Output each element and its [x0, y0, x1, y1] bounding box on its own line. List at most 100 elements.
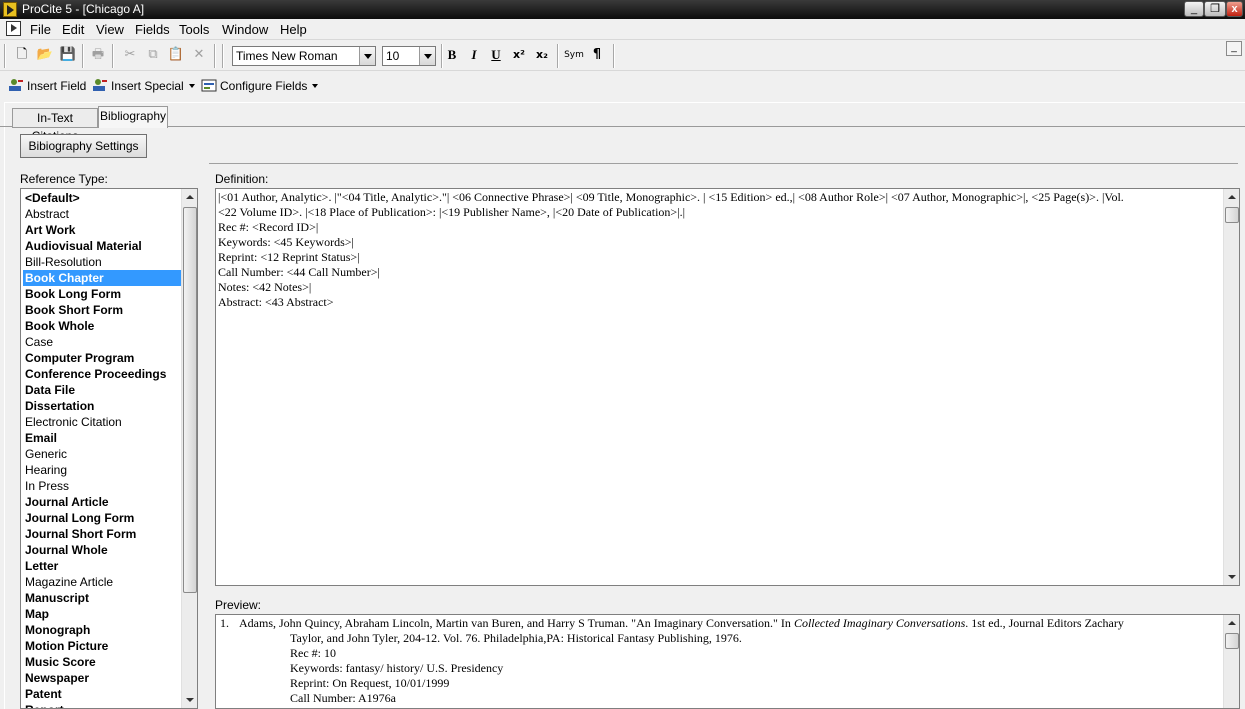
definition-line[interactable]: Abstract: <43 Abstract>	[218, 295, 1221, 310]
scrollbar-thumb[interactable]	[183, 207, 197, 593]
menu-edit[interactable]: Edit	[62, 22, 84, 37]
reference-type-item[interactable]: Map	[23, 606, 182, 622]
reference-type-item[interactable]: Journal Short Form	[23, 526, 182, 542]
tab-bibliography[interactable]: Bibliography	[98, 106, 168, 128]
tab-in-text-citations[interactable]: In-Text Citations	[12, 108, 98, 143]
reference-type-list[interactable]: <Default> Abstract Art Work Audiovisual Mat…	[20, 188, 198, 709]
chevron-down-icon[interactable]	[359, 47, 375, 65]
reference-type-item[interactable]: Patent	[23, 686, 182, 702]
reference-type-item[interactable]: Email	[23, 430, 182, 446]
preview-text: 1. Adams, John Quincy, Abraham Lincoln, M…	[220, 616, 1220, 706]
reference-type-item[interactable]: Journal Long Form	[23, 510, 182, 526]
reference-type-item[interactable]: Art Work	[23, 222, 182, 238]
paragraph-marks-button[interactable]: ¶	[587, 45, 607, 65]
cut-icon[interactable]: ✂	[120, 45, 140, 65]
subscript-button[interactable]: x₂	[532, 45, 552, 65]
preview-field-line: Call Number: A1976a	[290, 691, 396, 705]
reference-type-item[interactable]: Book Chapter	[23, 270, 182, 286]
menu-window[interactable]: Window	[222, 22, 268, 37]
definition-line[interactable]: Reprint: <12 Reprint Status>|	[218, 250, 1221, 265]
reference-type-scrollbar[interactable]	[181, 189, 197, 708]
scroll-up-icon[interactable]	[1224, 615, 1239, 631]
bold-button[interactable]: B	[442, 45, 462, 65]
italic-button[interactable]: I	[464, 45, 484, 65]
document-icon[interactable]	[6, 21, 21, 36]
close-button[interactable]: x	[1226, 1, 1243, 17]
reference-type-item[interactable]: Generic	[23, 446, 182, 462]
new-icon[interactable]: 🗋	[12, 45, 32, 65]
menu-tools[interactable]: Tools	[179, 22, 209, 37]
font-size-select[interactable]: 10	[382, 46, 436, 66]
scroll-up-icon[interactable]	[1224, 189, 1239, 205]
reference-type-item[interactable]: Letter	[23, 558, 182, 574]
menu-view[interactable]: View	[96, 22, 124, 37]
reference-type-item[interactable]: Book Short Form	[23, 302, 182, 318]
insert-field-button[interactable]: Insert Field	[8, 76, 86, 96]
save-icon[interactable]: 💾	[58, 45, 78, 65]
insert-field-label: Insert Field	[27, 79, 87, 93]
restore-button[interactable]: ❐	[1204, 1, 1226, 17]
reference-type-item[interactable]: Manuscript	[23, 590, 182, 606]
reference-type-item[interactable]: Hearing	[23, 462, 182, 478]
paste-icon[interactable]: 📋	[166, 45, 186, 65]
reference-type-item[interactable]: Conference Proceedings	[23, 366, 182, 382]
reference-type-item[interactable]: In Press	[23, 478, 182, 494]
underline-button[interactable]: U	[486, 45, 506, 65]
reference-type-item[interactable]: Journal Article	[23, 494, 182, 510]
title-bar[interactable]: ProCite 5 - [Chicago A] _ ❐ x	[0, 0, 1245, 19]
definition-line[interactable]: Notes: <42 Notes>|	[218, 280, 1221, 295]
definition-line[interactable]: Keywords: <45 Keywords>|	[218, 235, 1221, 250]
font-name-select[interactable]: Times New Roman	[232, 46, 376, 66]
scroll-down-icon[interactable]	[182, 692, 197, 708]
superscript-button[interactable]: x²	[509, 45, 529, 65]
open-folder-icon[interactable]: 📂	[35, 45, 55, 65]
scroll-up-icon[interactable]	[182, 189, 197, 205]
reference-type-item[interactable]: Book Long Form	[23, 286, 182, 302]
definition-editor[interactable]: |<01 Author, Analytic>. |"<04 Title, Ana…	[215, 188, 1240, 586]
scroll-down-icon[interactable]	[1224, 569, 1239, 585]
reference-type-item[interactable]: Motion Picture	[23, 638, 182, 654]
reference-type-item[interactable]: Newspaper	[23, 670, 182, 686]
menu-fields[interactable]: Fields	[135, 22, 170, 37]
reference-type-item[interactable]: Case	[23, 334, 182, 350]
chevron-down-icon[interactable]	[419, 47, 435, 65]
dropdown-caret-icon[interactable]	[312, 84, 319, 88]
definition-line[interactable]: <22 Volume ID>. |<18 Place of Publicatio…	[218, 205, 1221, 220]
preview-pane[interactable]: 1. Adams, John Quincy, Abraham Lincoln, M…	[215, 614, 1240, 709]
reference-type-item[interactable]: Report	[23, 702, 182, 708]
definition-text[interactable]: |<01 Author, Analytic>. |"<04 Title, Ana…	[218, 190, 1221, 310]
reference-type-item[interactable]: Electronic Citation	[23, 414, 182, 430]
menu-help[interactable]: Help	[280, 22, 307, 37]
definition-line[interactable]: Call Number: <44 Call Number>|	[218, 265, 1221, 280]
reference-type-item[interactable]: Dissertation	[23, 398, 182, 414]
configure-fields-button[interactable]: Configure Fields	[201, 76, 319, 96]
reference-type-item[interactable]: <Default>	[23, 190, 182, 206]
definition-line[interactable]: Rec #: <Record ID>|	[218, 220, 1221, 235]
reference-type-item[interactable]: Monograph	[23, 622, 182, 638]
reference-type-item[interactable]: Abstract	[23, 206, 182, 222]
preview-scrollbar[interactable]	[1223, 615, 1239, 708]
reference-type-item[interactable]: Music Score	[23, 654, 182, 670]
procite-app-icon[interactable]	[3, 2, 17, 17]
reference-type-item[interactable]: Computer Program	[23, 350, 182, 366]
reference-type-item[interactable]: Audiovisual Material	[23, 238, 182, 254]
reference-type-item[interactable]: Data File	[23, 382, 182, 398]
reference-type-item[interactable]: Magazine Article	[23, 574, 182, 590]
scrollbar-thumb[interactable]	[1225, 633, 1239, 649]
menu-file[interactable]: File	[30, 22, 51, 37]
minimize-button[interactable]: _	[1184, 1, 1204, 17]
copy-icon[interactable]: ⧉	[143, 45, 163, 65]
reference-type-item[interactable]: Book Whole	[23, 318, 182, 334]
reference-type-item[interactable]: Bill-Resolution	[23, 254, 182, 270]
reference-type-item[interactable]: Journal Whole	[23, 542, 182, 558]
delete-icon[interactable]: ✕	[189, 45, 209, 65]
procite-window: ProCite 5 - [Chicago A] _ ❐ x File Edit …	[0, 0, 1245, 709]
print-icon[interactable]: 🖶	[88, 45, 108, 65]
definition-line[interactable]: |<01 Author, Analytic>. |"<04 Title, Ana…	[218, 190, 1221, 205]
insert-special-button[interactable]: Insert Special	[92, 76, 195, 96]
symbol-button[interactable]: Sym	[562, 45, 586, 65]
dropdown-caret-icon[interactable]	[188, 84, 195, 88]
bibliography-settings-button[interactable]: Bibiography Settings	[20, 134, 147, 158]
definition-scrollbar[interactable]	[1223, 189, 1239, 585]
scrollbar-thumb[interactable]	[1225, 207, 1239, 223]
